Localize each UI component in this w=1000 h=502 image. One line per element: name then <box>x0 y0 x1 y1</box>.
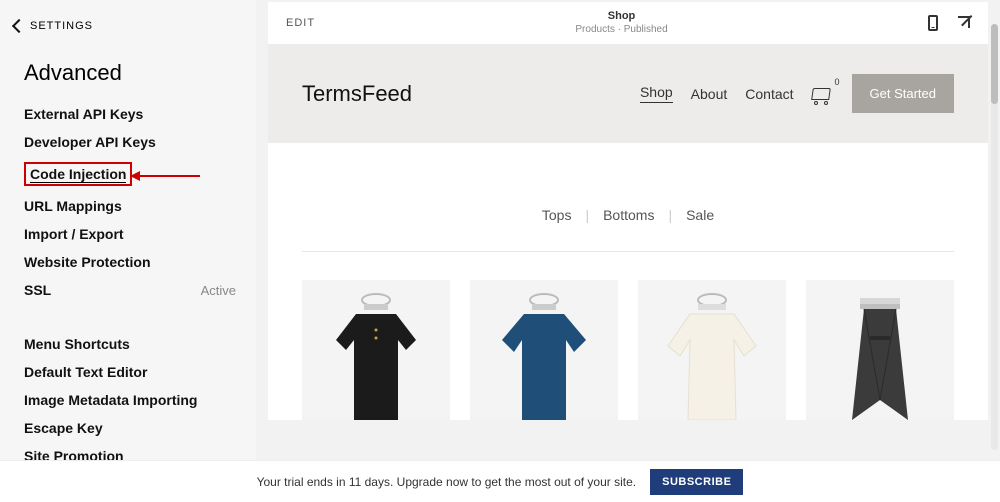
highlight-box: Code Injection <box>24 162 132 186</box>
cart-count: 0 <box>835 77 840 87</box>
filter-bottoms[interactable]: Bottoms <box>603 207 654 223</box>
sidebar-item-image-metadata-importing[interactable]: Image Metadata Importing <box>24 392 236 408</box>
annotation-arrow <box>130 171 200 181</box>
preview-scrollbar[interactable] <box>991 24 998 450</box>
preview-topbar: EDIT Shop Products · Published <box>268 2 988 44</box>
sidebar-item-default-text-editor[interactable]: Default Text Editor <box>24 364 236 380</box>
back-to-settings[interactable]: SETTINGS <box>14 20 236 32</box>
trial-text: Your trial ends in 11 days. Upgrade now … <box>257 475 637 489</box>
sidebar-item-ssl[interactable]: SSL Active <box>24 282 236 298</box>
back-label: SETTINGS <box>30 20 93 32</box>
ssl-status: Active <box>201 283 236 298</box>
nav-shop[interactable]: Shop <box>640 84 673 103</box>
product-image <box>652 290 772 420</box>
product-image <box>316 290 436 420</box>
trial-bar: Your trial ends in 11 days. Upgrade now … <box>0 460 1000 502</box>
preview-subtitle: Products · Published <box>575 24 667 36</box>
sidebar-item-developer-api-keys[interactable]: Developer API Keys <box>24 134 236 150</box>
cart-icon[interactable]: 0 <box>812 85 834 103</box>
sidebar-title: Advanced <box>24 60 236 86</box>
product-card[interactable] <box>638 280 786 420</box>
site-brand[interactable]: TermsFeed <box>302 81 412 107</box>
sidebar-item-url-mappings[interactable]: URL Mappings <box>24 198 236 214</box>
sidebar-item-website-protection[interactable]: Website Protection <box>24 254 236 270</box>
sidebar-item-menu-shortcuts[interactable]: Menu Shortcuts <box>24 336 236 352</box>
chevron-left-icon <box>12 19 26 33</box>
sidebar-item-escape-key[interactable]: Escape Key <box>24 420 236 436</box>
filter-tops[interactable]: Tops <box>542 207 572 223</box>
subscribe-button[interactable]: SUBSCRIBE <box>650 469 743 495</box>
mobile-preview-icon[interactable] <box>928 15 938 31</box>
nav-about[interactable]: About <box>691 86 728 102</box>
expand-icon[interactable] <box>956 16 970 30</box>
product-card[interactable] <box>470 280 618 420</box>
get-started-button[interactable]: Get Started <box>852 74 954 113</box>
edit-button[interactable]: EDIT <box>286 17 315 29</box>
product-image <box>484 290 604 420</box>
divider <box>302 251 954 252</box>
preview-title: Shop <box>575 10 667 23</box>
product-card[interactable] <box>302 280 450 420</box>
product-image <box>820 290 940 420</box>
sidebar-item-import-export[interactable]: Import / Export <box>24 226 236 242</box>
filter-sale[interactable]: Sale <box>686 207 714 223</box>
nav-contact[interactable]: Contact <box>745 86 793 102</box>
sidebar-item-external-api-keys[interactable]: External API Keys <box>24 106 236 122</box>
product-card[interactable] <box>806 280 954 420</box>
